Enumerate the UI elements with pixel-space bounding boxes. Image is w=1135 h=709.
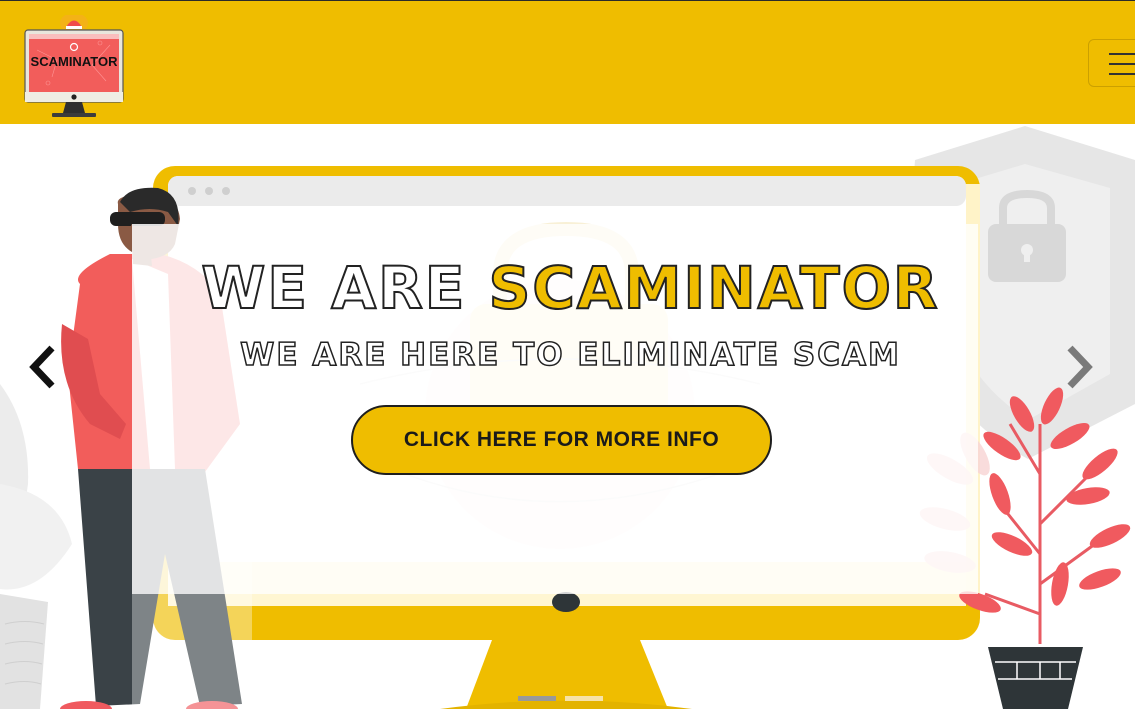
chevron-right-icon [1067, 345, 1093, 389]
hero-title-prefix: WE ARE [200, 253, 489, 323]
monitor-logo-icon: SCAMINATOR [24, 13, 124, 117]
hero-title-brand: SCAMINATOR [488, 253, 940, 323]
carousel-indicator-1[interactable] [518, 696, 556, 701]
chevron-left-icon [29, 345, 55, 389]
navbar-toggler-button[interactable] [1088, 39, 1135, 87]
more-info-button[interactable]: CLICK HERE FOR MORE INFO [351, 405, 772, 475]
logo-text: SCAMINATOR [31, 54, 119, 69]
navbar: SCAMINATOR [0, 0, 1135, 124]
carousel-indicator-2[interactable] [565, 696, 603, 701]
brand-logo[interactable]: SCAMINATOR [22, 13, 126, 121]
carousel-next-button[interactable] [1060, 342, 1100, 392]
hero-carousel: WE ARE SCAMINATOR WE ARE HERE TO ELIMINA… [0, 124, 1135, 709]
hero-title: WE ARE SCAMINATOR [0, 252, 1135, 324]
carousel-indicators [518, 696, 618, 702]
left-plant-illustration [0, 384, 72, 709]
carousel-prev-button[interactable] [22, 342, 62, 392]
hero-subtitle: WE ARE HERE TO ELIMINATE SCAM [239, 336, 901, 374]
